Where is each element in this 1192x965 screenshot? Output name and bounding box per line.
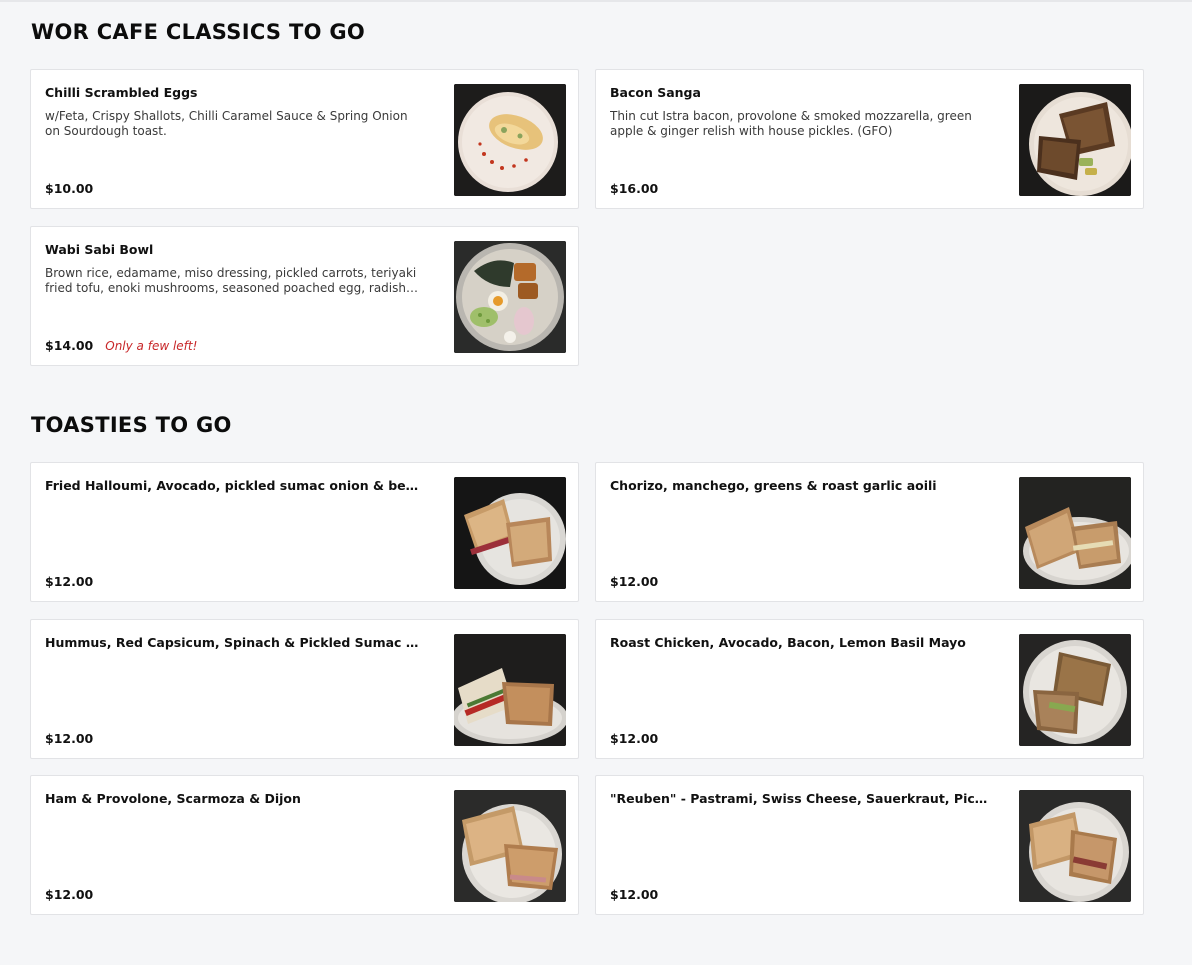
menu-item-card[interactable]: Ham & Provolone, Scarmoza & Dijon $12.00 bbox=[30, 775, 579, 915]
item-description: Brown rice, edamame, miso dressing, pick… bbox=[45, 266, 417, 295]
menu-item-card[interactable]: Chorizo, manchego, greens & roast garlic… bbox=[595, 462, 1144, 602]
menu-item-card[interactable]: Fried Halloumi, Avocado, pickled sumac o… bbox=[30, 462, 579, 602]
item-price: $12.00 bbox=[610, 731, 659, 746]
toastie-photo bbox=[1019, 477, 1131, 589]
section-title-classics: WOR CAFE CLASSICS TO GO bbox=[31, 20, 366, 44]
menu-item-card[interactable]: Bacon Sanga Thin cut Istra bacon, provol… bbox=[595, 69, 1144, 209]
item-price: $12.00 bbox=[610, 887, 659, 902]
item-price: $12.00 bbox=[45, 887, 94, 902]
item-description: w/Feta, Crispy Shallots, Chilli Caramel … bbox=[45, 109, 408, 138]
scrambled-eggs-photo bbox=[454, 84, 566, 196]
item-name: Hummus, Red Capsicum, Spinach & Pickled … bbox=[45, 635, 425, 650]
item-price: $10.00 bbox=[45, 181, 94, 196]
item-name: "Reuben" - Pastrami, Swiss Cheese, Sauer… bbox=[610, 791, 990, 806]
bacon-sandwich-photo bbox=[1019, 84, 1131, 196]
top-divider bbox=[0, 0, 1192, 2]
menu-item-card[interactable]: Hummus, Red Capsicum, Spinach & Pickled … bbox=[30, 619, 579, 759]
section-title-toasties: TOASTIES TO GO bbox=[31, 413, 232, 437]
item-name: Bacon Sanga bbox=[610, 85, 701, 100]
menu-item-card[interactable]: Wabi Sabi Bowl Brown rice, edamame, miso… bbox=[30, 226, 579, 366]
low-stock-note: Only a few left! bbox=[105, 339, 198, 353]
item-name: Ham & Provolone, Scarmoza & Dijon bbox=[45, 791, 301, 806]
toastie-photo bbox=[1019, 790, 1131, 902]
item-price: $12.00 bbox=[610, 574, 659, 589]
item-name: Fried Halloumi, Avocado, pickled sumac o… bbox=[45, 478, 425, 493]
item-name: Wabi Sabi Bowl bbox=[45, 242, 154, 257]
item-name: Roast Chicken, Avocado, Bacon, Lemon Bas… bbox=[610, 635, 966, 650]
item-price: $14.00 bbox=[45, 338, 94, 353]
item-description: Thin cut Istra bacon, provolone & smoked… bbox=[610, 109, 972, 138]
menu-item-card[interactable]: Chilli Scrambled Eggs w/Feta, Crispy Sha… bbox=[30, 69, 579, 209]
item-price: $12.00 bbox=[45, 731, 94, 746]
menu-item-card[interactable]: "Reuben" - Pastrami, Swiss Cheese, Sauer… bbox=[595, 775, 1144, 915]
item-name: Chilli Scrambled Eggs bbox=[45, 85, 198, 100]
menu-item-card[interactable]: Roast Chicken, Avocado, Bacon, Lemon Bas… bbox=[595, 619, 1144, 759]
toastie-photo bbox=[454, 634, 566, 746]
item-name: Chorizo, manchego, greens & roast garlic… bbox=[610, 478, 937, 493]
item-price: $12.00 bbox=[45, 574, 94, 589]
toastie-photo bbox=[454, 790, 566, 902]
toastie-photo bbox=[1019, 634, 1131, 746]
rice-bowl-photo bbox=[454, 241, 566, 353]
toastie-photo bbox=[454, 477, 566, 589]
item-price: $16.00 bbox=[610, 181, 659, 196]
